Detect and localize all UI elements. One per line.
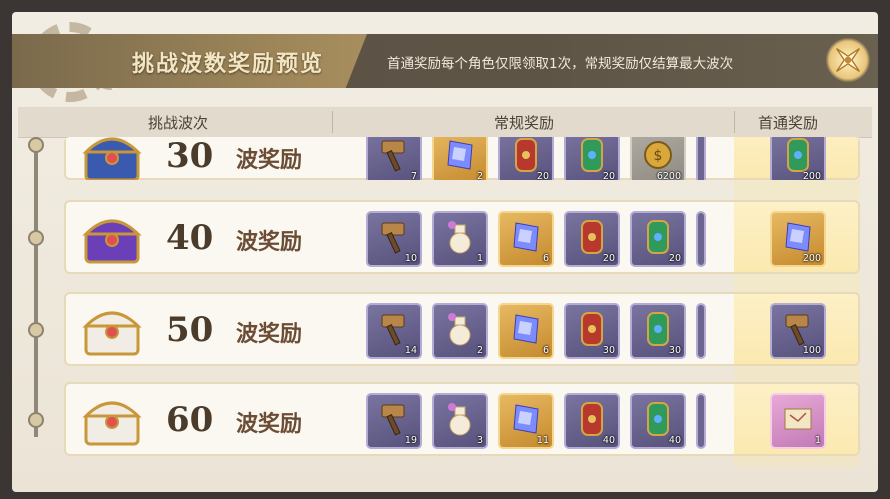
timeline-node xyxy=(28,137,44,153)
first-reward-item[interactable]: 100 xyxy=(770,303,826,359)
header-regular: 常规奖励 xyxy=(494,114,555,132)
wave-number: 60 xyxy=(166,400,214,440)
crystal-icon xyxy=(506,309,546,353)
reward-count: 10 xyxy=(404,253,417,264)
reward-item[interactable]: 20 xyxy=(630,211,686,267)
wave-label: 波奖励 xyxy=(236,147,303,173)
reward-item-overflow xyxy=(696,393,706,449)
vase-icon xyxy=(440,309,480,353)
timeline-node xyxy=(28,412,44,428)
reward-item[interactable]: 19 xyxy=(366,393,422,449)
reward-item[interactable]: 30 xyxy=(630,303,686,359)
reward-row: 60 波奖励 19 3 11 40 40 1 xyxy=(64,382,860,456)
reward-row: 40 波奖励 10 1 6 20 20 200 xyxy=(64,200,860,274)
purple-chest-icon xyxy=(80,210,144,266)
reward-count: 1 xyxy=(814,435,821,446)
reward-count: 2 xyxy=(476,345,483,356)
red-gold-chest-icon xyxy=(80,302,144,358)
page-title: 挑战波数奖励预览 xyxy=(132,51,325,77)
crystal-icon xyxy=(440,137,480,179)
first-reward-item[interactable]: 1 xyxy=(770,393,826,449)
vase-icon xyxy=(440,399,480,443)
reward-count: 40 xyxy=(602,435,615,446)
reward-count: 30 xyxy=(668,345,681,356)
table-header: 挑战波次 常规奖励 首通奖励 xyxy=(18,107,872,138)
reward-count: 14 xyxy=(404,345,417,356)
reward-item[interactable]: 20 xyxy=(498,137,554,180)
reward-count: 30 xyxy=(602,345,615,356)
reward-item[interactable]: 20 xyxy=(564,137,620,180)
reward-item[interactable]: 2 xyxy=(432,303,488,359)
reward-item-overflow xyxy=(696,211,706,267)
reward-item-overflow xyxy=(696,137,706,180)
reward-item[interactable]: 10 xyxy=(366,211,422,267)
map-scroll-icon xyxy=(778,399,818,443)
first-reward-item[interactable]: 200 xyxy=(770,137,826,180)
regular-reward-list: 10 1 6 20 20 xyxy=(366,211,706,267)
header-wave: 挑战波次 xyxy=(148,114,209,132)
reward-item[interactable]: 1 xyxy=(432,211,488,267)
reward-item[interactable]: 40 xyxy=(564,393,620,449)
reward-count: 20 xyxy=(602,253,615,264)
reward-item[interactable]: 20 xyxy=(564,211,620,267)
wave-number: 30 xyxy=(166,136,214,176)
close-button[interactable] xyxy=(826,38,870,82)
reward-item[interactable]: 14 xyxy=(366,303,422,359)
svg-text:$: $ xyxy=(654,148,663,164)
reward-count: 20 xyxy=(668,253,681,264)
reward-item[interactable]: 40 xyxy=(630,393,686,449)
regular-reward-list: 14 2 6 30 30 xyxy=(366,303,706,359)
reward-item[interactable]: 6 xyxy=(498,211,554,267)
wave-label: 波奖励 xyxy=(236,229,303,255)
reward-item[interactable]: 3 xyxy=(432,393,488,449)
reward-item[interactable]: 7 xyxy=(366,137,422,180)
reward-count: 6 xyxy=(542,345,549,356)
wave-number: 50 xyxy=(166,310,214,350)
reward-count: 40 xyxy=(668,435,681,446)
reward-count: 100 xyxy=(802,345,821,356)
timeline-node xyxy=(28,322,44,338)
wave-label: 波奖励 xyxy=(236,411,303,437)
vase-icon xyxy=(440,217,480,261)
hammer-icon xyxy=(374,137,414,179)
reward-count: 1 xyxy=(476,253,483,264)
reward-count: 19 xyxy=(404,435,417,446)
reward-count: 6 xyxy=(542,253,549,264)
reward-item[interactable]: $6200 xyxy=(630,137,686,180)
reward-item[interactable]: 11 xyxy=(498,393,554,449)
reward-row: 50 波奖励 14 2 6 30 30 100 xyxy=(64,292,860,366)
reward-count: 3 xyxy=(476,435,483,446)
close-icon xyxy=(836,48,860,72)
wave-number: 40 xyxy=(166,218,214,258)
regular-reward-list: 19 3 11 40 40 xyxy=(366,393,706,449)
reward-item[interactable]: 30 xyxy=(564,303,620,359)
crystal-icon xyxy=(506,217,546,261)
header-divider xyxy=(734,111,735,133)
page-subtitle: 首通奖励每个角色仅限领取1次，常规奖励仅结算最大波次 xyxy=(387,56,734,72)
red-gold-chest-icon xyxy=(80,392,144,448)
header-first: 首通奖励 xyxy=(758,114,819,132)
header-divider xyxy=(332,111,333,133)
first-reward-item[interactable]: 200 xyxy=(770,211,826,267)
timeline-node xyxy=(28,230,44,246)
reward-item[interactable]: 6 xyxy=(498,303,554,359)
regular-reward-list: 7 2 20 20 $6200 xyxy=(366,137,706,180)
reward-count: 200 xyxy=(802,253,821,264)
timeline-line xyxy=(34,137,38,437)
title-bar: 挑战波数奖励预览 首通奖励每个角色仅限领取1次，常规奖励仅结算最大波次 xyxy=(12,34,878,88)
reward-item[interactable]: 2 xyxy=(432,137,488,180)
reward-count: 11 xyxy=(536,435,549,446)
reward-item-overflow xyxy=(696,303,706,359)
wave-label: 波奖励 xyxy=(236,321,303,347)
